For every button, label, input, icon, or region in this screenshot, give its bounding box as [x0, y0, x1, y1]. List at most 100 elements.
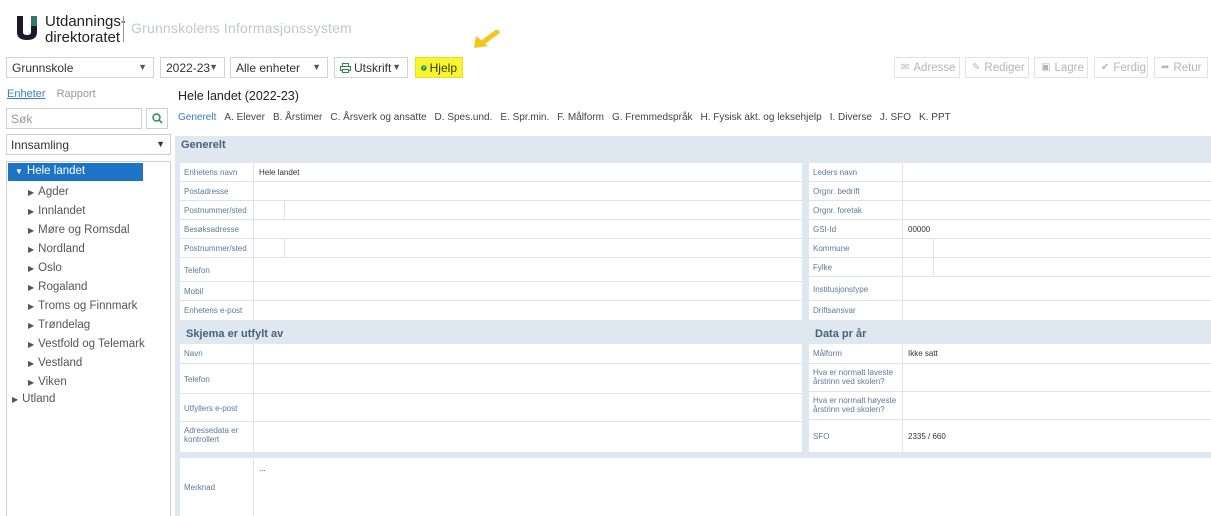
visit-address-value[interactable] [254, 220, 802, 238]
collapsed-triangle-icon: ▶ [28, 188, 35, 197]
tab-enheter[interactable]: Enheter [7, 88, 46, 100]
search-button[interactable] [146, 108, 168, 129]
collapsed-triangle-icon: ▶ [28, 226, 35, 235]
postal-address-value[interactable] [254, 182, 802, 200]
edit-button[interactable]: ✎ Rediger [965, 57, 1029, 78]
return-button[interactable]: ➦ Retur [1154, 57, 1208, 78]
tree-item-viken[interactable]: ▶ Viken [28, 376, 67, 388]
field-label: Postnummer/sted [180, 239, 254, 257]
tree-item-vestland[interactable]: ▶ Vestland [28, 357, 82, 369]
field-label: Navn [180, 344, 254, 363]
visit-postal-code-value[interactable] [254, 239, 802, 257]
unit-name-value[interactable]: Hele landet [254, 163, 802, 181]
search-input[interactable]: Søk [6, 108, 142, 129]
tree-item-agder[interactable]: ▶ Agder [28, 186, 69, 198]
tree-item-trondelag[interactable]: ▶ Trøndelag [28, 319, 90, 331]
tree-item-more-og-romsdal[interactable]: ▶ Møre og Romsdal [28, 224, 130, 236]
collection-select[interactable]: Innsamling ▼ [6, 134, 171, 155]
mobile-value[interactable] [254, 282, 802, 300]
tab-arstimer[interactable]: B. Årstimer [273, 112, 322, 128]
school-type-select[interactable]: Grunnskole ▼ [6, 57, 154, 78]
address-controlled-value[interactable] [254, 422, 802, 452]
tree-item-oslo[interactable]: ▶ Oslo [28, 262, 62, 274]
field-label: Telefon [180, 258, 254, 281]
print-button[interactable]: Utskrift ▼ [334, 57, 408, 78]
save-button[interactable]: ▣ Lagre [1034, 57, 1088, 78]
help-button[interactable]: ? Hjelp [415, 57, 463, 78]
language-form-value[interactable]: Ikke satt [903, 344, 1211, 363]
operation-responsibility-value[interactable] [903, 301, 1211, 320]
field-row: Postnummer/sted [180, 239, 802, 258]
tree-item-label: Agder [38, 186, 69, 198]
orgnr-company-value[interactable] [903, 182, 1211, 200]
collapsed-triangle-icon: ▶ [28, 359, 35, 368]
tree-item-label: Rogaland [38, 281, 88, 293]
field-row: Institusjonstype [809, 277, 1211, 301]
field-row: Postnummer/sted [180, 201, 802, 220]
county-value[interactable] [903, 258, 1211, 276]
save-label: Lagre [1054, 61, 1084, 74]
postal-code-value[interactable] [254, 201, 802, 219]
lowest-grade-value[interactable] [903, 364, 1211, 391]
sfo-value[interactable]: 2335 / 660 [903, 420, 1211, 452]
address-button[interactable]: ✉ Adresse [894, 57, 960, 78]
tree-item-innlandet[interactable]: ▶ Innlandet [28, 205, 85, 217]
remark-value[interactable]: ... [254, 458, 1211, 516]
filler-name-value[interactable] [254, 344, 802, 363]
tree-item-label: Nordland [38, 243, 85, 255]
app-header: Utdannings- direktoratet Grunnskolens In… [0, 0, 1211, 52]
municipality-value[interactable] [903, 239, 1211, 257]
tab-spr-min[interactable]: E. Spr.min. [500, 112, 549, 128]
field-row: Utfyllers e-post [180, 394, 802, 422]
field-row: Navn [180, 344, 802, 364]
highest-grade-value[interactable] [903, 392, 1211, 419]
tree-item-troms-og-finnmark[interactable]: ▶ Troms og Finnmark [28, 300, 137, 312]
institution-type-value[interactable] [903, 277, 1211, 300]
tab-elever[interactable]: A. Elever [224, 112, 265, 128]
tab-sfo[interactable]: J. SFO [880, 112, 911, 128]
tab-generelt[interactable]: Generelt [178, 112, 216, 128]
general-left-panel: Enhetens navn Hele landet Postadresse Pos… [180, 163, 802, 320]
unit-filter-select[interactable]: Alle enheter ▼ [230, 57, 328, 78]
tree-item-hele-landet[interactable]: ▼ Hele landet [8, 163, 143, 181]
tab-arsverk[interactable]: C. Årsverk og ansatte [330, 112, 426, 128]
page-title: Hele landet (2022-23) [178, 89, 299, 103]
field-label: Driftsansvar [809, 301, 903, 320]
tab-fysisk-akt[interactable]: H. Fysisk akt. og leksehjelp [701, 112, 822, 128]
tree-item-utland[interactable]: ▶ Utland [12, 393, 55, 405]
unit-filter-value: Alle enheter [236, 60, 301, 75]
gsi-id-value[interactable]: 00000 [903, 220, 1211, 238]
leader-name-value[interactable] [903, 163, 1211, 181]
email-value[interactable] [254, 301, 802, 320]
field-row: Hva er normalt laveste årstrinn ved skol… [809, 364, 1211, 392]
tree-item-vestfold-og-telemark[interactable]: ▶ Vestfold og Telemark [28, 338, 145, 350]
tree-item-label: Troms og Finnmark [38, 300, 138, 312]
general-right-panel: Leders navn Orgnr. bedrift Orgnr. foreta… [809, 163, 1211, 320]
remark-panel: Merknad... [180, 458, 1211, 516]
tab-ppt[interactable]: K. PPT [919, 112, 951, 128]
tab-fremmedsprak[interactable]: G. Fremmedspråk [612, 112, 693, 128]
year-value: 2022-23 [166, 60, 211, 75]
tab-spes-und[interactable]: D. Spes.und. [435, 112, 493, 128]
check-icon: ✔ [1101, 62, 1110, 73]
phone-value[interactable] [254, 258, 802, 281]
collapsed-triangle-icon: ▶ [12, 395, 19, 404]
field-label: Adressedata er kontrollert [180, 422, 254, 452]
tab-diverse[interactable]: I. Diverse [830, 112, 872, 128]
filler-email-value[interactable] [254, 394, 802, 421]
field-label: Fylke [809, 258, 903, 276]
field-row: Fylke [809, 258, 1211, 277]
tab-rapport[interactable]: Rapport [57, 88, 96, 100]
done-button[interactable]: ✔ Ferdig [1094, 57, 1148, 78]
year-select[interactable]: 2022-23 ▼ [160, 57, 225, 78]
orgnr-enterprise-value[interactable] [903, 201, 1211, 219]
chevron-down-icon: ▼ [156, 139, 165, 149]
field-divider [933, 258, 934, 276]
collapsed-triangle-icon: ▶ [28, 264, 35, 273]
field-label: Enhetens e-post [180, 301, 254, 320]
tab-malform[interactable]: F. Målform [557, 112, 604, 128]
tree-item-label: Innlandet [38, 205, 86, 217]
tree-item-rogaland[interactable]: ▶ Rogaland [28, 281, 87, 293]
filler-phone-value[interactable] [254, 364, 802, 393]
tree-item-nordland[interactable]: ▶ Nordland [28, 243, 85, 255]
